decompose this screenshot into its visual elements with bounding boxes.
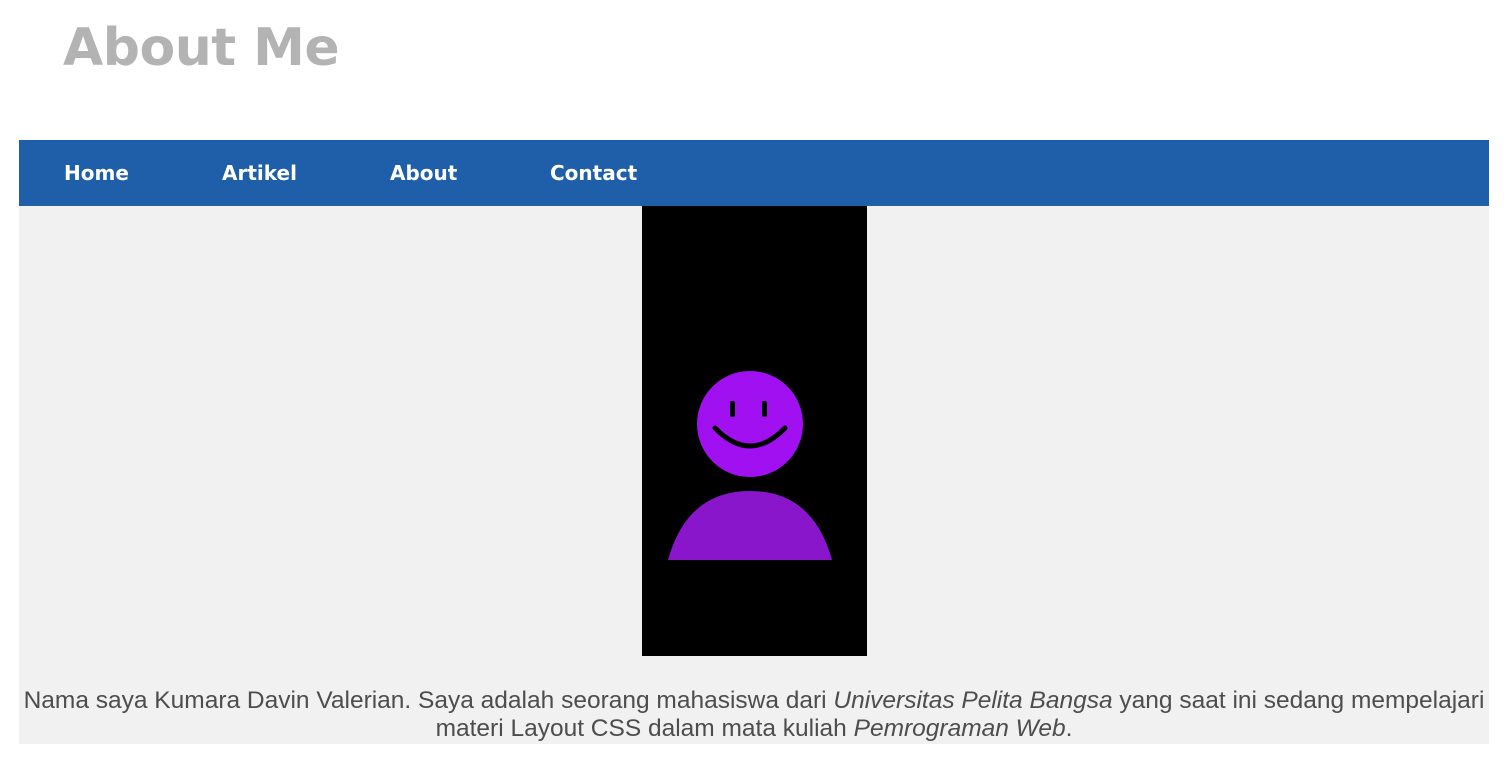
nav-link-home[interactable]: Home	[64, 140, 129, 206]
nav-link-contact[interactable]: Contact	[550, 140, 637, 206]
nav-link-about[interactable]: About	[390, 140, 457, 206]
page-title: About Me	[63, 18, 340, 78]
bio-course: Pemrograman Web	[853, 715, 1066, 742]
main-content: Nama saya Kumara Davin Valerian. Saya ad…	[19, 206, 1489, 744]
bio-text-part1: Nama saya Kumara Davin Valerian. Saya ad…	[23, 687, 834, 714]
bio-university: Universitas Pelita Bangsa	[833, 687, 1113, 714]
profile-image	[642, 206, 867, 656]
bio-text-part3: .	[1065, 715, 1073, 742]
nav-link-artikel[interactable]: Artikel	[222, 140, 297, 206]
main-nav: Home Artikel About Contact	[19, 140, 1489, 206]
smiley-user-avatar-icon	[642, 206, 867, 656]
page-header: About Me	[0, 0, 1510, 140]
bio-paragraph: Nama saya Kumara Davin Valerian. Saya ad…	[19, 687, 1489, 743]
